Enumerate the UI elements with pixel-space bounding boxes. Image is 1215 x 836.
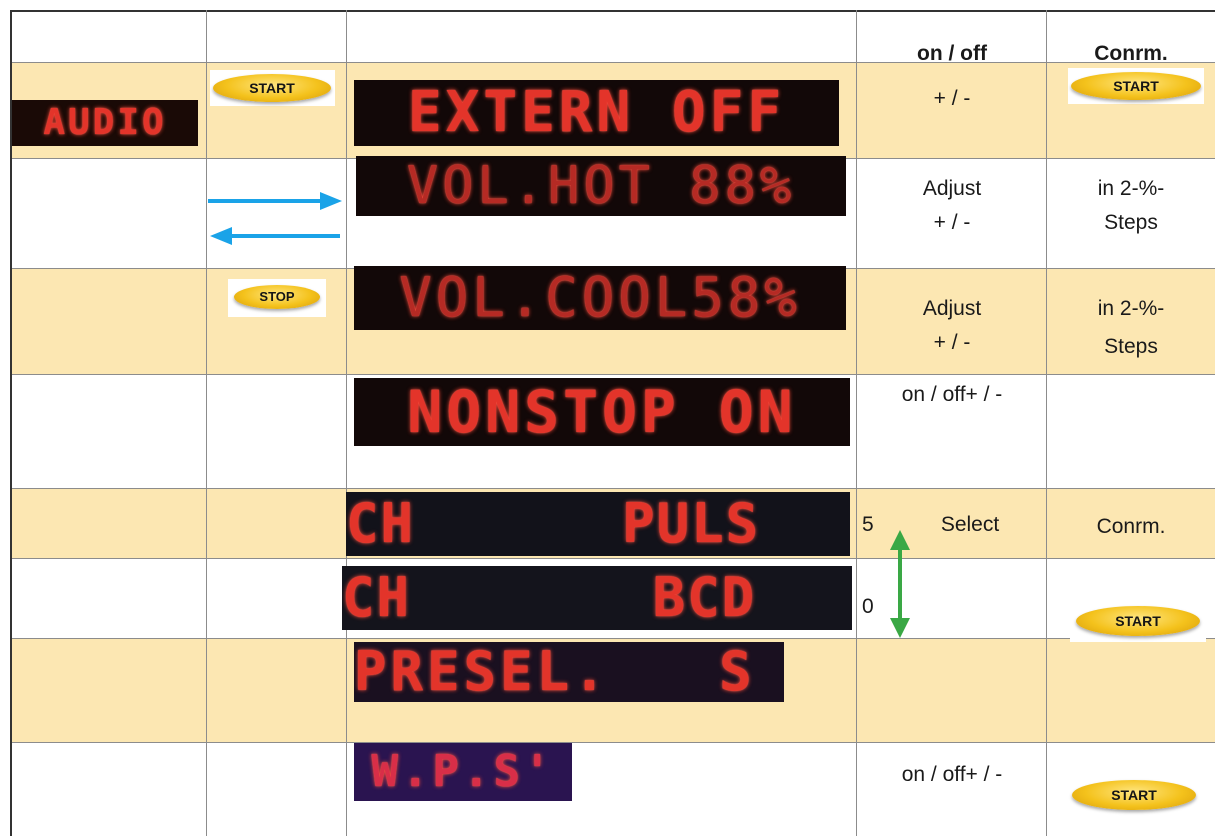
row1-plus-minus: + / -: [933, 87, 971, 110]
display-nonstop-on: NONSTOP ON: [354, 378, 850, 446]
row6-start-button[interactable]: START: [1076, 606, 1200, 636]
row2-steps-line2: Steps: [1104, 211, 1158, 234]
display-vol-cool: VOL.COOL58%: [354, 266, 846, 330]
confirm-start-button[interactable]: START: [1071, 72, 1201, 100]
arrow-left-right-icon: [208, 192, 342, 245]
row2-adjust: Adjust: [922, 177, 982, 200]
row3-steps-line2: Steps: [1104, 335, 1158, 358]
row3-adjust: Adjust: [922, 297, 982, 320]
display-ch-bcd: CH BCD: [342, 566, 852, 630]
row3-steps-line1: in 2-%-: [1097, 297, 1165, 320]
row4-on-off: on / off+ / -: [901, 383, 1003, 406]
display-presel: PRESEL. S: [354, 642, 784, 702]
display-ch-puls: CH PULS: [346, 492, 850, 556]
audio-display: AUDIO: [12, 100, 198, 146]
header-on-off: on / off: [917, 42, 987, 65]
header-confirm: Conrm.: [1094, 42, 1168, 65]
stop-button[interactable]: STOP: [234, 285, 320, 309]
display-vol-hot: VOL.HOT 88%: [356, 156, 846, 216]
row2-steps-line1: in 2-%-: [1097, 177, 1165, 200]
arrow-up-down-icon: [890, 530, 910, 638]
display-wps: W.P.S': [354, 743, 572, 801]
row5-select: Select: [940, 513, 1000, 536]
row2-plus-minus: + / -: [933, 211, 971, 234]
start-button[interactable]: START: [213, 74, 331, 102]
row8-on-off: on / off+ / -: [901, 763, 1003, 786]
display-extern-off: EXTERN OFF: [354, 80, 839, 146]
row5-confirm: Conrm.: [1096, 515, 1166, 538]
row3-plus-minus: + / -: [933, 331, 971, 354]
row8-start-button[interactable]: START: [1072, 780, 1196, 810]
